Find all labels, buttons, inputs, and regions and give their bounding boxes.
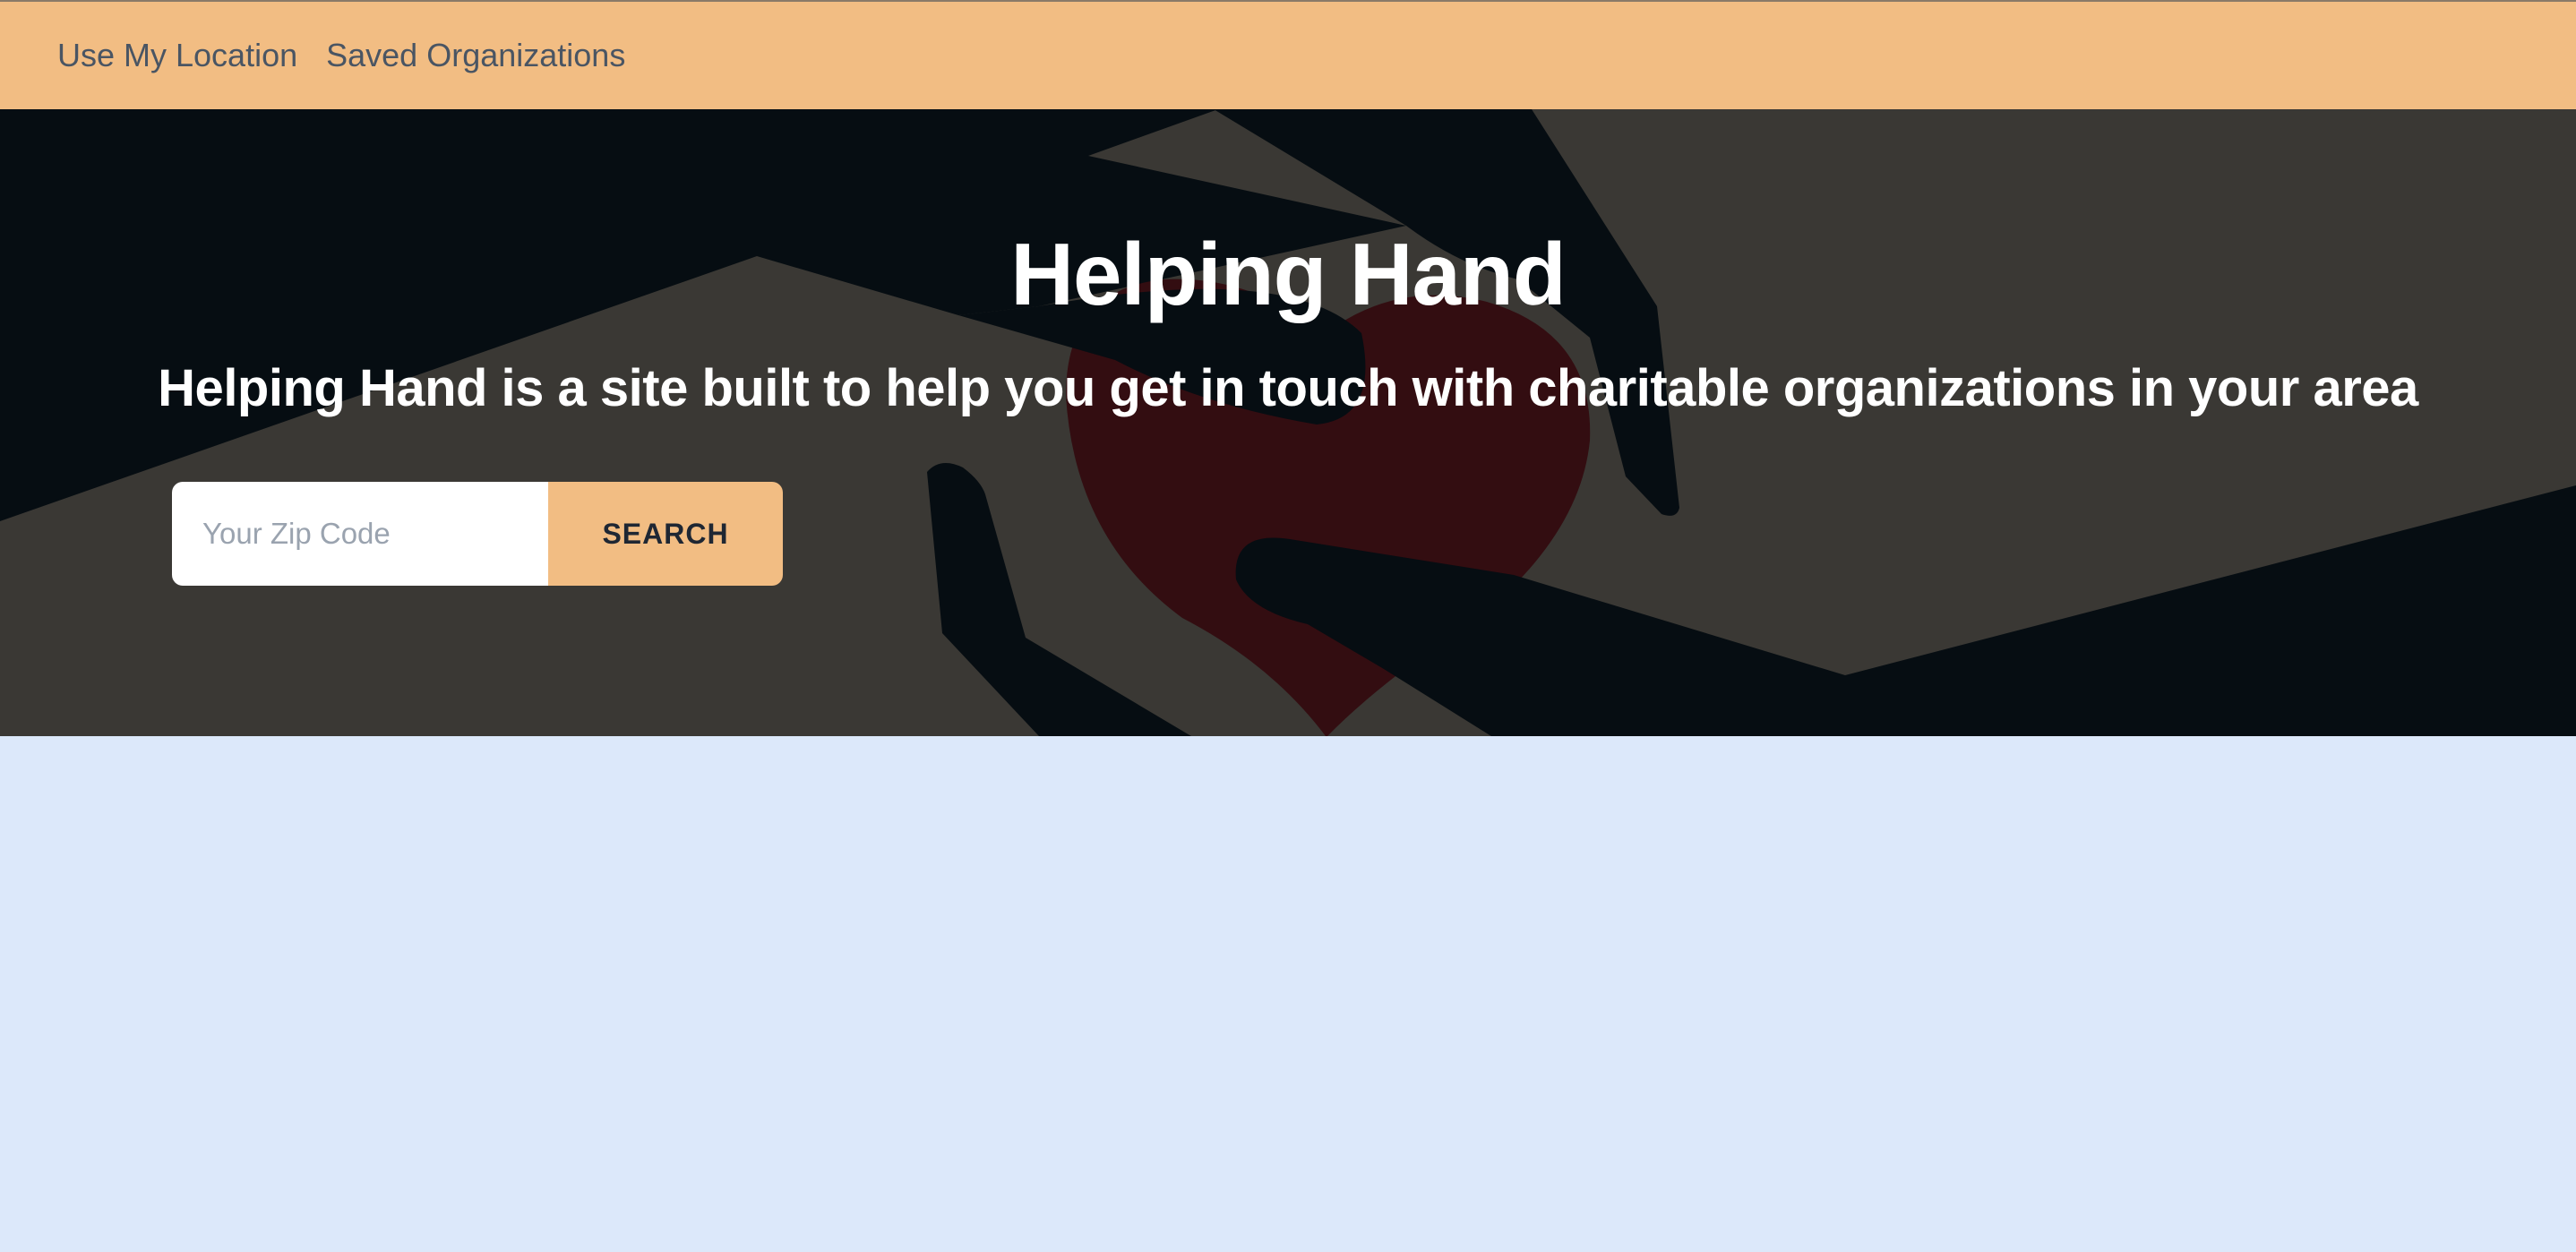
hero-subtitle: Helping Hand is a site built to help you… [158, 359, 2418, 417]
nav-use-my-location-link[interactable]: Use My Location [57, 37, 297, 74]
top-navbar: Use My Location Saved Organizations [0, 0, 2576, 109]
hero-banner: Helping Hand Helping Hand is a site buil… [0, 109, 2576, 736]
hero-title: Helping Hand [1010, 225, 1567, 323]
hands-heart-background-image [0, 109, 2576, 736]
zip-code-input[interactable] [172, 482, 548, 586]
nav-saved-organizations-link[interactable]: Saved Organizations [326, 37, 625, 74]
results-area [0, 736, 2576, 1252]
zip-search-form: SEARCH [172, 482, 783, 586]
page: Use My Location Saved Organizations Help… [0, 0, 2576, 1252]
search-button[interactable]: SEARCH [548, 482, 783, 586]
